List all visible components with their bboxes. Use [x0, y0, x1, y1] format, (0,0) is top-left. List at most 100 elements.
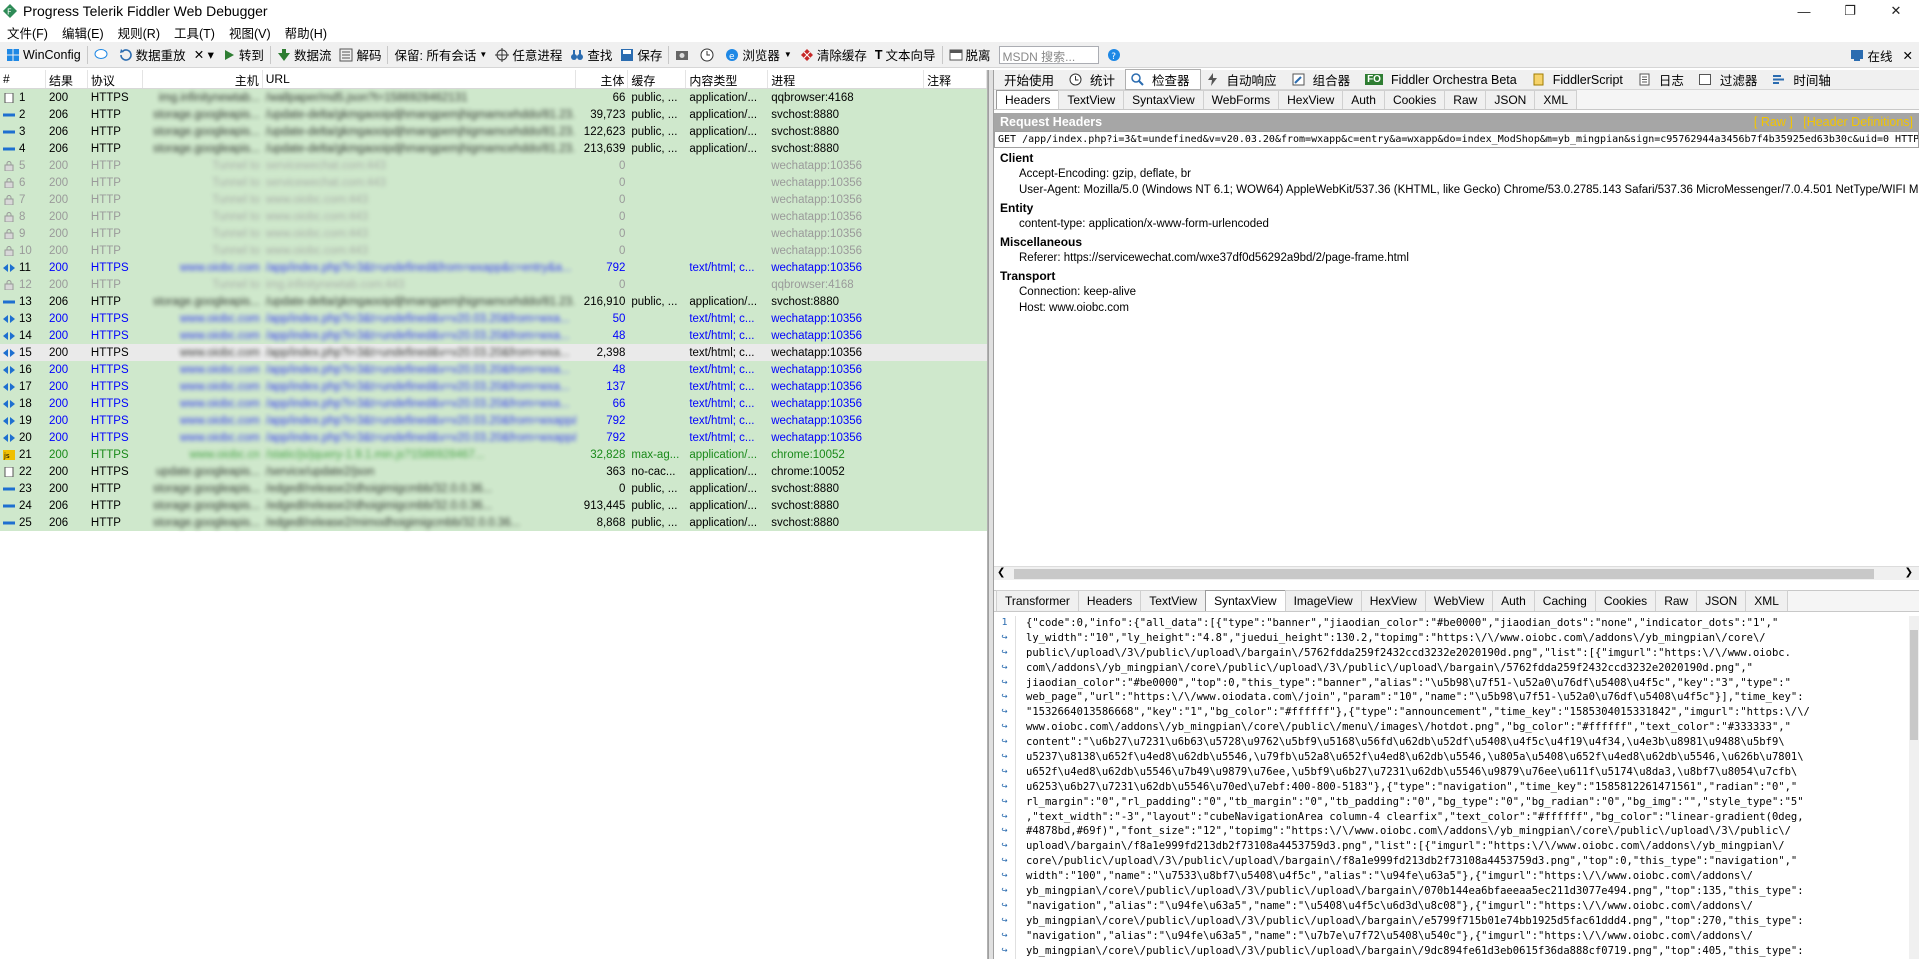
scroll-left-icon[interactable]: ❮: [997, 567, 1005, 578]
session-row[interactable]: 3 206 HTTP storage.googleapis... /update-del…: [0, 123, 987, 140]
goto-button[interactable]: 转到: [218, 44, 268, 66]
decode-button[interactable]: 解码: [335, 44, 385, 66]
header-line[interactable]: Host: www.oiobc.com: [994, 300, 1919, 316]
col-body[interactable]: 主体: [576, 70, 629, 88]
resp-tab-imageview[interactable]: ImageView: [1284, 590, 1362, 611]
session-row[interactable]: 13 200 HTTPS www.oiobc.com/app/index.php?i=…: [0, 310, 987, 327]
tab-orchestra[interactable]: FO Fiddler Orchestra Beta: [1360, 73, 1527, 87]
session-row[interactable]: 12 200 HTTP Tunnel to img.infinitynewtab.com…: [0, 276, 987, 293]
header-line[interactable]: Accept-Encoding: gzip, deflate, br: [994, 166, 1919, 182]
col-cache[interactable]: 缓存: [628, 70, 687, 88]
resp-tab-json[interactable]: JSON: [1696, 590, 1747, 611]
toolbar-close-button[interactable]: ✕: [1903, 48, 1913, 63]
header-section-title[interactable]: Transport: [994, 266, 1919, 284]
scroll-right-icon[interactable]: ❯: [1905, 567, 1913, 578]
horizontal-scrollbar[interactable]: ❮ ❯: [994, 566, 1919, 580]
find-button[interactable]: 查找: [566, 44, 616, 66]
req-tab-xml[interactable]: XML: [1534, 90, 1578, 109]
session-row[interactable]: 23 200 HTTP storage.googleapis... /edgedl/re…: [0, 480, 987, 497]
header-section-title[interactable]: Client: [994, 148, 1919, 166]
minimize-button[interactable]: —: [1781, 0, 1827, 22]
session-row[interactable]: 5 200 HTTP Tunnel to servicewechat.com:443 0 w…: [0, 157, 987, 174]
session-row[interactable]: 7 200 HTTP Tunnel to www.oiobc.com:443 0 wecha…: [0, 191, 987, 208]
session-row[interactable]: 8 200 HTTP Tunnel to www.oiobc.com:443 0 wecha…: [0, 208, 987, 225]
session-row[interactable]: 11 200 HTTPS www.oiobc.com/app/index.php?i=…: [0, 259, 987, 276]
session-row[interactable]: 24 206 HTTP storage.googleapis... /edgedl/re…: [0, 497, 987, 514]
tab-inspectors[interactable]: 检查器: [1125, 69, 1201, 90]
req-tab-headers[interactable]: Headers: [996, 90, 1060, 109]
online-status[interactable]: 在线: [1868, 46, 1893, 65]
save-button[interactable]: 保存: [616, 44, 666, 66]
winconfig-button[interactable]: WinConfig: [2, 44, 85, 66]
session-row[interactable]: 9 200 HTTP Tunnel to www.oiobc.com:443 0 wecha…: [0, 225, 987, 242]
session-row[interactable]: 2 206 HTTP storage.googleapis... /update-del…: [0, 106, 987, 123]
header-section-title[interactable]: Entity: [994, 198, 1919, 216]
browse-button[interactable]: e 浏览器 ▼: [721, 44, 795, 66]
col-content-type[interactable]: 内容类型: [686, 70, 769, 88]
checkbox-icon[interactable]: [1698, 74, 1711, 85]
tab-log[interactable]: 日志: [1633, 70, 1694, 89]
req-tab-cookies[interactable]: Cookies: [1383, 90, 1446, 109]
menu-help[interactable]: 帮助(H): [278, 23, 334, 42]
header-line[interactable]: content-type: application/x-www-form-url…: [994, 216, 1919, 232]
replay-button[interactable]: 数据重放: [115, 44, 190, 66]
session-row[interactable]: 10 200 HTTP Tunnel to www.oiobc.com:443 0 wech…: [0, 242, 987, 259]
req-tab-textview[interactable]: TextView: [1058, 90, 1125, 109]
menu-file[interactable]: 文件(F): [0, 23, 55, 42]
scroll-thumb[interactable]: [1910, 630, 1918, 740]
resp-tab-cookies[interactable]: Cookies: [1594, 590, 1657, 611]
resp-tab-hexview[interactable]: HexView: [1360, 590, 1426, 611]
session-row[interactable]: 18 200 HTTPS www.oiobc.com/app/index.php?i=…: [0, 395, 987, 412]
tab-timeline[interactable]: 时间轴: [1767, 70, 1841, 89]
col-comments[interactable]: 注释: [924, 70, 988, 88]
keep-sessions-dropdown[interactable]: 保留: 所有会话 ▼: [390, 44, 491, 66]
any-process-button[interactable]: 任意进程: [491, 44, 566, 66]
scroll-thumb[interactable]: [1014, 569, 1874, 579]
session-row[interactable]: 16 200 HTTPS www.oiobc.com/app/index.php?i=…: [0, 361, 987, 378]
session-row[interactable]: 20 200 HTTPS www.oiobc.com/app/index.php?i=…: [0, 429, 987, 446]
session-row[interactable]: 15 200 HTTPS www.oiobc.com/app/index.php?i=…: [0, 344, 987, 361]
tab-statistics[interactable]: 统计: [1064, 70, 1125, 89]
menu-rules[interactable]: 规则(R): [111, 23, 167, 42]
resp-tab-webview[interactable]: WebView: [1424, 590, 1494, 611]
close-button[interactable]: ✕: [1873, 0, 1919, 22]
session-row[interactable]: 25 206 HTTP storage.googleapis... /edgedl/re…: [0, 514, 987, 531]
session-row[interactable]: 6 200 HTTP Tunnel to servicewechat.com:443 0 w…: [0, 174, 987, 191]
tab-get-started[interactable]: 开始使用: [994, 70, 1064, 89]
help-button[interactable]: ?: [1103, 44, 1128, 66]
comment-button[interactable]: [90, 44, 115, 66]
req-tab-hexview[interactable]: HexView: [1278, 90, 1344, 109]
header-line[interactable]: Referer: https://servicewechat.com/wxe37…: [994, 250, 1919, 266]
menu-view[interactable]: 视图(V): [222, 23, 278, 42]
vertical-scrollbar[interactable]: [1909, 616, 1919, 959]
raw-link[interactable]: [ Raw ]: [1754, 115, 1793, 129]
col-protocol[interactable]: 协议: [88, 70, 143, 88]
resp-tab-xml[interactable]: XML: [1745, 590, 1788, 611]
resp-tab-syntaxview[interactable]: SyntaxView: [1205, 590, 1286, 611]
tab-autoresponder[interactable]: 自动响应: [1201, 70, 1287, 89]
tab-composer[interactable]: 组合器: [1287, 70, 1361, 89]
resp-tab-textview[interactable]: TextView: [1140, 590, 1207, 611]
msdn-search-input[interactable]: MSDN 搜索...: [998, 45, 1099, 64]
tearoff-button[interactable]: 脱离: [945, 44, 995, 66]
header-line[interactable]: Connection: keep-alive: [994, 284, 1919, 300]
request-line[interactable]: GET /app/index.php?i=3&t=undefined&v=v20…: [994, 131, 1919, 148]
col-url[interactable]: URL: [263, 70, 577, 88]
col-result[interactable]: 结果: [46, 70, 88, 88]
col-host[interactable]: 主机: [143, 70, 263, 88]
tab-filters[interactable]: 过滤器: [1694, 70, 1768, 89]
resp-tab-transformer[interactable]: Transformer: [996, 590, 1079, 611]
col-number[interactable]: #: [0, 70, 46, 88]
session-row[interactable]: 19 200 HTTPS www.oiobc.com/app/index.php?i=…: [0, 412, 987, 429]
header-line[interactable]: User-Agent: Mozilla/5.0 (Windows NT 6.1;…: [994, 182, 1919, 198]
session-row[interactable]: 1 200 HTTPS img.infinitynewtab... /wallpaper…: [0, 89, 987, 106]
text-wizard-button[interactable]: T 文本向导: [871, 44, 940, 66]
menu-tools[interactable]: 工具(T): [167, 23, 222, 42]
req-tab-webforms[interactable]: WebForms: [1202, 90, 1280, 109]
tab-fiddlerscript[interactable]: FiddlerScript: [1527, 73, 1633, 87]
session-row[interactable]: 17 200 HTTPS www.oiobc.com/app/index.php?i=…: [0, 378, 987, 395]
req-tab-json[interactable]: JSON: [1485, 90, 1536, 109]
maximize-button[interactable]: ❐: [1827, 0, 1873, 22]
screenshot-button[interactable]: [671, 44, 696, 66]
header-definitions-link[interactable]: [Header Definitions]: [1803, 115, 1913, 129]
